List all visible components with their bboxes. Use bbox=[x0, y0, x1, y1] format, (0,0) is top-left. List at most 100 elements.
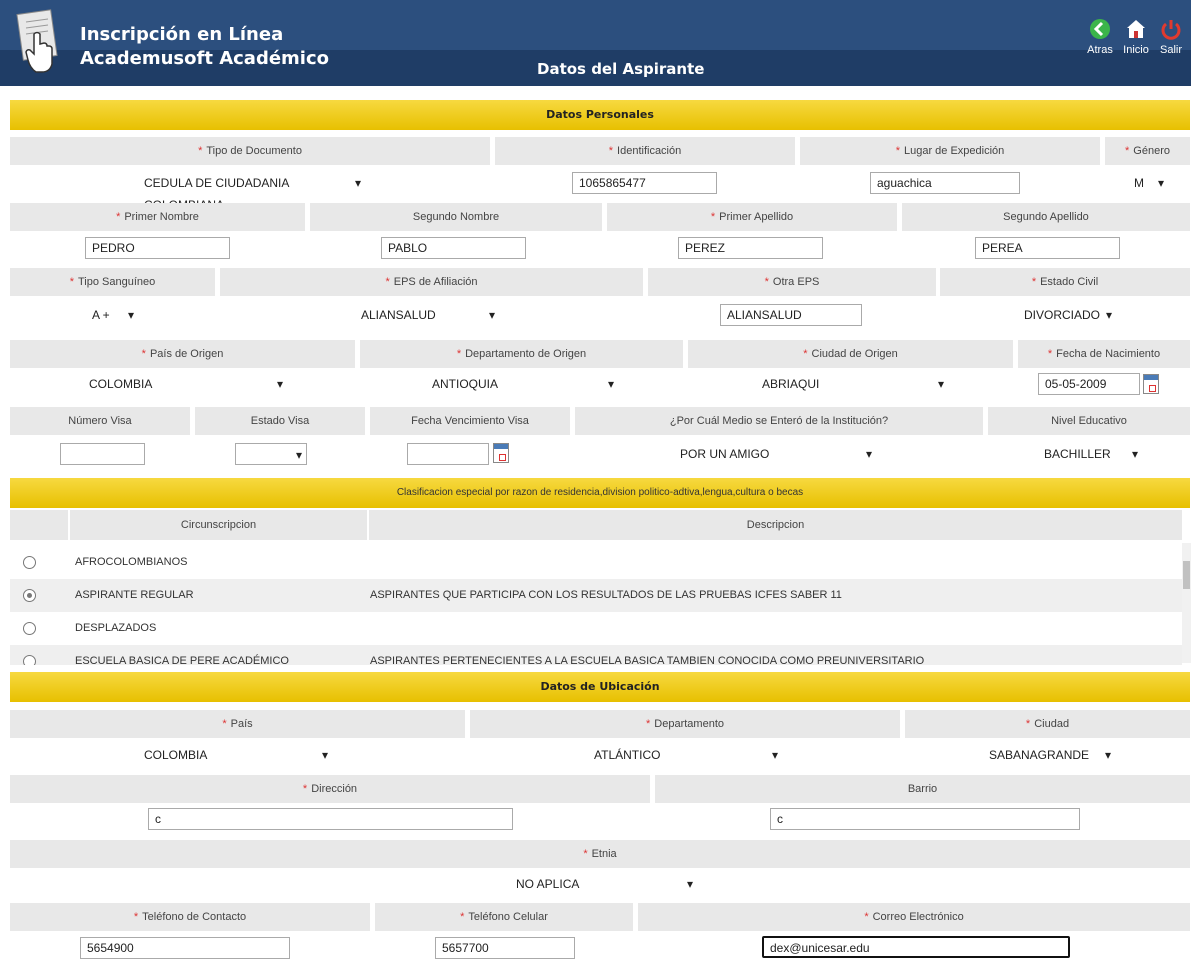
chevron-down-icon: ▾ bbox=[937, 377, 944, 391]
segundo-nombre-field[interactable]: PABLO bbox=[381, 237, 526, 259]
label-eps: * EPS de Afiliación bbox=[220, 268, 643, 296]
chevron-down-icon: ▾ bbox=[354, 176, 361, 190]
telefono-contacto-field[interactable]: 5654900 bbox=[80, 937, 290, 959]
fecha-nacimiento-field[interactable]: 05-05-2009 bbox=[1038, 373, 1140, 395]
lugar-expedicion-field[interactable]: aguachica bbox=[870, 172, 1020, 194]
chevron-down-icon: ▾ bbox=[1157, 176, 1164, 190]
calendar-icon[interactable] bbox=[493, 443, 509, 463]
etnia-select[interactable]: NO APLICA ▾ bbox=[512, 873, 697, 895]
label-tipo-documento: * Tipo de Documento bbox=[10, 137, 490, 165]
ciudad-origen-select[interactable]: ABRIAQUI ▾ bbox=[758, 373, 948, 395]
descripcion-cell: ASPIRANTES PERTENECIENTES A LA ESCUELA B… bbox=[370, 655, 925, 665]
pais-select[interactable]: COLOMBIA ▾ bbox=[140, 744, 332, 766]
hand-document-logo-icon bbox=[16, 9, 58, 73]
label-fecha-nacimiento: * Fecha de Nacimiento bbox=[1018, 340, 1190, 368]
scrollbar-thumb[interactable] bbox=[1183, 561, 1190, 589]
chevron-down-icon: ▾ bbox=[1131, 447, 1138, 461]
chevron-down-icon: ▾ bbox=[771, 748, 778, 762]
departamento-origen-select[interactable]: ANTIOQUIA ▾ bbox=[428, 373, 618, 395]
label-pais: * País bbox=[10, 710, 465, 738]
otra-eps-field[interactable]: ALIANSALUD bbox=[720, 304, 862, 326]
barrio-field[interactable]: c bbox=[770, 808, 1080, 830]
circunscripcion-cell: DESPLAZADOS bbox=[75, 622, 157, 634]
chevron-down-icon: ▾ bbox=[276, 377, 283, 391]
power-icon bbox=[1161, 20, 1181, 40]
back-arrow-icon bbox=[1090, 19, 1110, 39]
radio-desplazados[interactable] bbox=[23, 622, 36, 635]
descripcion-cell: ASPIRANTES QUE PARTICIPA CON LOS RESULTA… bbox=[370, 589, 842, 601]
label-medio: ¿Por Cuál Medio se Enteró de la Instituc… bbox=[575, 407, 983, 435]
chevron-down-icon: ▾ bbox=[1105, 308, 1112, 322]
identificacion-field[interactable]: 1065865477 bbox=[572, 172, 717, 194]
back-button[interactable]: Atras bbox=[1080, 18, 1120, 56]
label-ciudad: * Ciudad bbox=[905, 710, 1190, 738]
logout-label: Salir bbox=[1159, 44, 1182, 56]
medio-select[interactable]: POR UN AMIGO ▾ bbox=[676, 443, 876, 465]
label-departamento: * Departamento bbox=[470, 710, 900, 738]
chevron-down-icon: ▾ bbox=[686, 877, 693, 891]
ciudad-select[interactable]: SABANAGRANDE ▾ bbox=[985, 744, 1115, 766]
label-primer-apellido: * Primer Apellido bbox=[607, 203, 897, 231]
section-datos-personales: Datos Personales bbox=[10, 100, 1190, 130]
telefono-celular-field[interactable]: 5657700 bbox=[435, 937, 575, 959]
radio-escuela-basica[interactable] bbox=[23, 655, 36, 665]
estado-visa-select[interactable]: ▾ bbox=[235, 443, 307, 465]
section-datos-ubicacion: Datos de Ubicación bbox=[10, 672, 1190, 702]
table-row[interactable]: ESCUELA BASICA DE PERE ACADÉMICO ASPIRAN… bbox=[10, 645, 1182, 665]
chevron-down-icon: ▾ bbox=[865, 447, 872, 461]
chevron-down-icon: ▾ bbox=[607, 377, 614, 391]
label-departamento-origen: * Departamento de Origen bbox=[360, 340, 683, 368]
label-identificacion: * Identificación bbox=[495, 137, 795, 165]
pais-origen-select[interactable]: COLOMBIA ▾ bbox=[85, 373, 287, 395]
departamento-select[interactable]: ATLÁNTICO ▾ bbox=[590, 744, 782, 766]
chevron-down-icon: ▾ bbox=[488, 308, 495, 322]
home-button[interactable]: Inicio bbox=[1116, 18, 1156, 56]
chevron-down-icon: ▾ bbox=[1104, 748, 1111, 762]
nivel-educativo-select[interactable]: BACHILLER ▾ bbox=[1040, 443, 1142, 465]
label-segundo-nombre: Segundo Nombre bbox=[310, 203, 602, 231]
chevron-down-icon: ▾ bbox=[295, 448, 302, 462]
label-barrio: Barrio bbox=[655, 775, 1190, 803]
radio-afrocolombianos[interactable] bbox=[23, 556, 36, 569]
page-title: Datos del Aspirante bbox=[537, 60, 705, 78]
label-estado-civil: * Estado Civil bbox=[940, 268, 1190, 296]
chevron-down-icon: ▾ bbox=[127, 308, 134, 322]
segundo-apellido-field[interactable]: PEREA bbox=[975, 237, 1120, 259]
numero-visa-field[interactable] bbox=[60, 443, 145, 465]
section-clasificacion: Clasificacion especial por razon de resi… bbox=[10, 478, 1190, 508]
table-row[interactable]: ASPIRANTE REGULAR ASPIRANTES QUE PARTICI… bbox=[10, 579, 1182, 612]
table-row[interactable]: DESPLAZADOS bbox=[10, 612, 1182, 645]
tipo-sanguineo-select[interactable]: A + ▾ bbox=[88, 304, 138, 326]
table-scrollbar[interactable] bbox=[1182, 543, 1191, 663]
fecha-vencimiento-visa-field[interactable] bbox=[407, 443, 489, 465]
radio-aspirante-regular[interactable] bbox=[23, 589, 36, 602]
label-estado-visa: Estado Visa bbox=[195, 407, 365, 435]
label-direccion: * Dirección bbox=[10, 775, 650, 803]
primer-apellido-field[interactable]: PEREZ bbox=[678, 237, 823, 259]
correo-field[interactable]: dex@unicesar.edu bbox=[762, 936, 1070, 958]
genero-select[interactable]: M ▾ bbox=[1130, 172, 1168, 194]
table-row[interactable]: AFROCOLOMBIANOS bbox=[10, 546, 1182, 579]
label-etnia: * Etnia bbox=[10, 840, 1190, 868]
circunscripcion-cell: ESCUELA BASICA DE PERE ACADÉMICO bbox=[75, 655, 289, 665]
label-ciudad-origen: * Ciudad de Origen bbox=[688, 340, 1013, 368]
home-label: Inicio bbox=[1123, 44, 1149, 56]
label-genero: * Género bbox=[1105, 137, 1190, 165]
label-correo: * Correo Electrónico bbox=[638, 903, 1190, 931]
primer-nombre-field[interactable]: PEDRO bbox=[85, 237, 230, 259]
logout-button[interactable]: Salir bbox=[1151, 18, 1191, 56]
label-fecha-vencimiento-visa: Fecha Vencimiento Visa bbox=[370, 407, 570, 435]
label-otra-eps: * Otra EPS bbox=[648, 268, 936, 296]
app-header: Inscripción en Línea Academusoft Académi… bbox=[0, 0, 1191, 86]
eps-select[interactable]: ALIANSALUD ▾ bbox=[357, 304, 499, 326]
table-header-circunscripcion: Circunscripcion bbox=[70, 510, 367, 540]
label-pais-origen: * País de Origen bbox=[10, 340, 355, 368]
app-subtitle: Academusoft Académico bbox=[80, 48, 329, 69]
estado-civil-select[interactable]: DIVORCIADO ▾ bbox=[1020, 304, 1116, 326]
label-segundo-apellido: Segundo Apellido bbox=[902, 203, 1190, 231]
table-header-radio bbox=[10, 510, 68, 540]
calendar-icon[interactable] bbox=[1143, 374, 1159, 394]
direccion-field[interactable]: c bbox=[148, 808, 513, 830]
circunscripcion-cell: ASPIRANTE REGULAR bbox=[75, 589, 194, 601]
tipo-documento-select[interactable]: CEDULA DE CIUDADANIA COLOMBIANA▾ bbox=[140, 172, 365, 212]
